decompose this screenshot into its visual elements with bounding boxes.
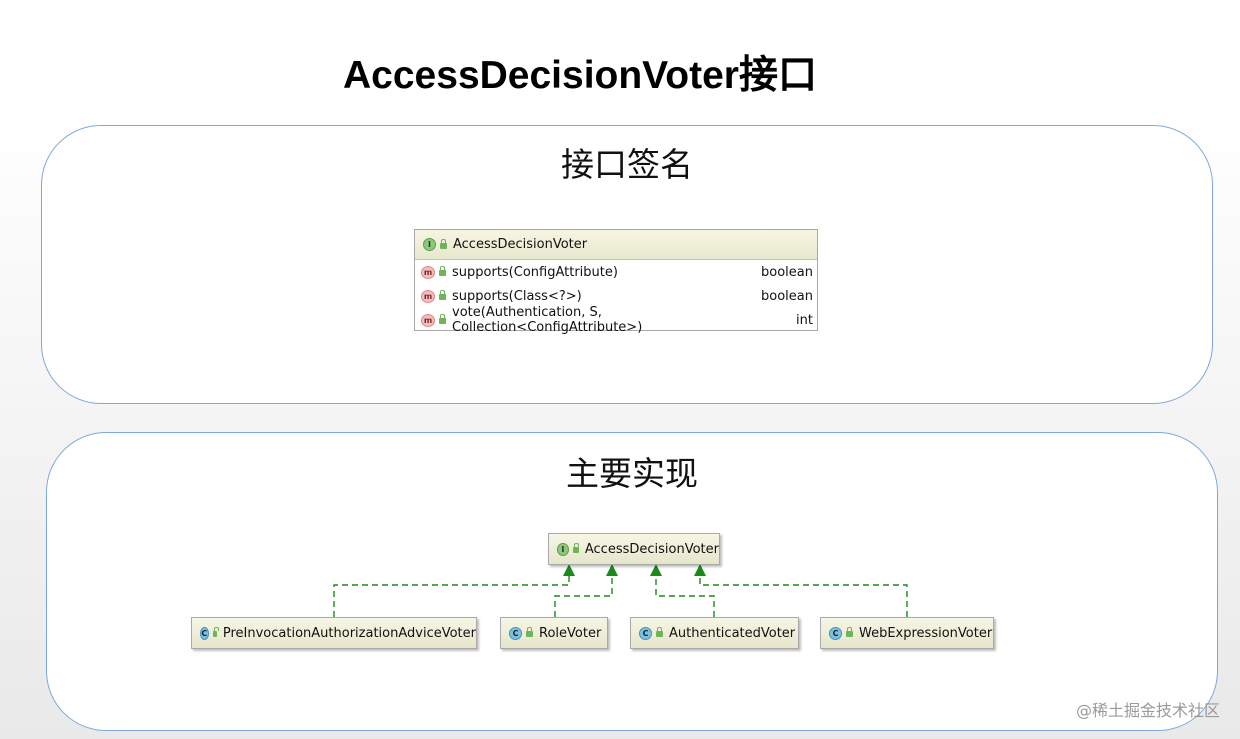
implementation-node: C RoleVoter	[500, 617, 608, 649]
edge-arrowheads	[563, 564, 706, 576]
implementation-node: C AuthenticatedVoter	[630, 617, 799, 649]
implementation-node: C PreInvocationAuthorizationAdviceVoter	[191, 617, 477, 649]
public-lock-icon	[212, 627, 219, 637]
class-icon: C	[200, 626, 209, 640]
node-label: PreInvocationAuthorizationAdviceVoter	[222, 625, 476, 641]
edge-lines	[333, 574, 908, 617]
arrowhead	[694, 564, 706, 576]
node-label: WebExpressionVoter	[859, 625, 993, 641]
public-lock-icon	[656, 627, 663, 637]
implementation-node: C WebExpressionVoter	[820, 617, 994, 649]
class-icon: C	[829, 626, 842, 640]
node-label: AuthenticatedVoter	[669, 625, 796, 641]
public-lock-icon	[526, 627, 533, 637]
public-lock-icon	[846, 627, 853, 637]
watermark: @稀土掘金技术社区	[1075, 701, 1220, 720]
inheritance-edges	[333, 564, 908, 617]
arrowhead	[650, 564, 662, 576]
edge-pre-to-root	[333, 574, 570, 617]
arrowhead	[606, 564, 618, 576]
node-label: RoleVoter	[539, 625, 602, 641]
node-label: AccessDecisionVoter	[584, 541, 719, 557]
edge-role-to-root	[554, 574, 613, 617]
class-icon: C	[639, 626, 652, 640]
interface-icon: I	[557, 542, 569, 556]
public-lock-icon	[572, 543, 579, 553]
edge-web-to-root	[699, 574, 908, 617]
edge-auth-to-root	[655, 574, 715, 617]
class-icon: C	[509, 626, 522, 640]
arrowhead	[563, 564, 575, 576]
root-interface-node: I AccessDecisionVoter	[548, 533, 720, 565]
